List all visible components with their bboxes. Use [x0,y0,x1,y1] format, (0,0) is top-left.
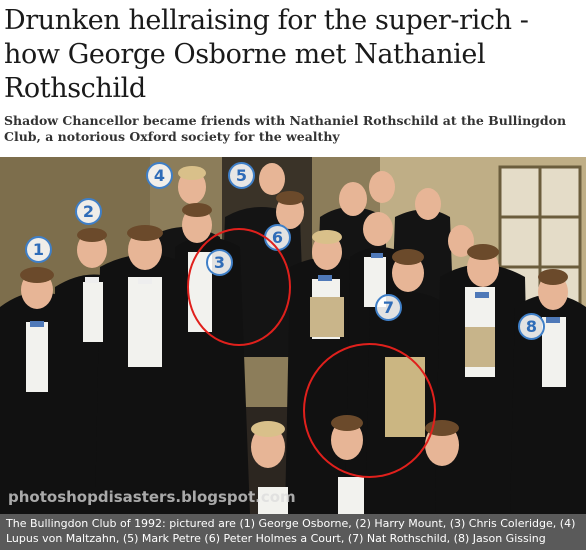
person-marker-7: 7 [375,294,402,321]
person-marker-2: 2 [75,198,102,225]
person-marker-1: 1 [25,236,52,263]
person-marker-8: 8 [518,313,545,340]
photo-caption: The Bullingdon Club of 1992: pictured ar… [0,514,586,550]
photo-watermark: photoshopdisasters.blogspot.com [8,488,296,506]
highlight-circle [303,343,436,478]
article-standfirst: Shadow Chancellor became friends with Na… [4,113,567,144]
person-marker-4: 4 [146,162,173,189]
highlight-circle [187,228,291,346]
article-headline: Drunken hellraising for the super-rich -… [4,5,529,104]
person-marker-5: 5 [228,162,255,189]
